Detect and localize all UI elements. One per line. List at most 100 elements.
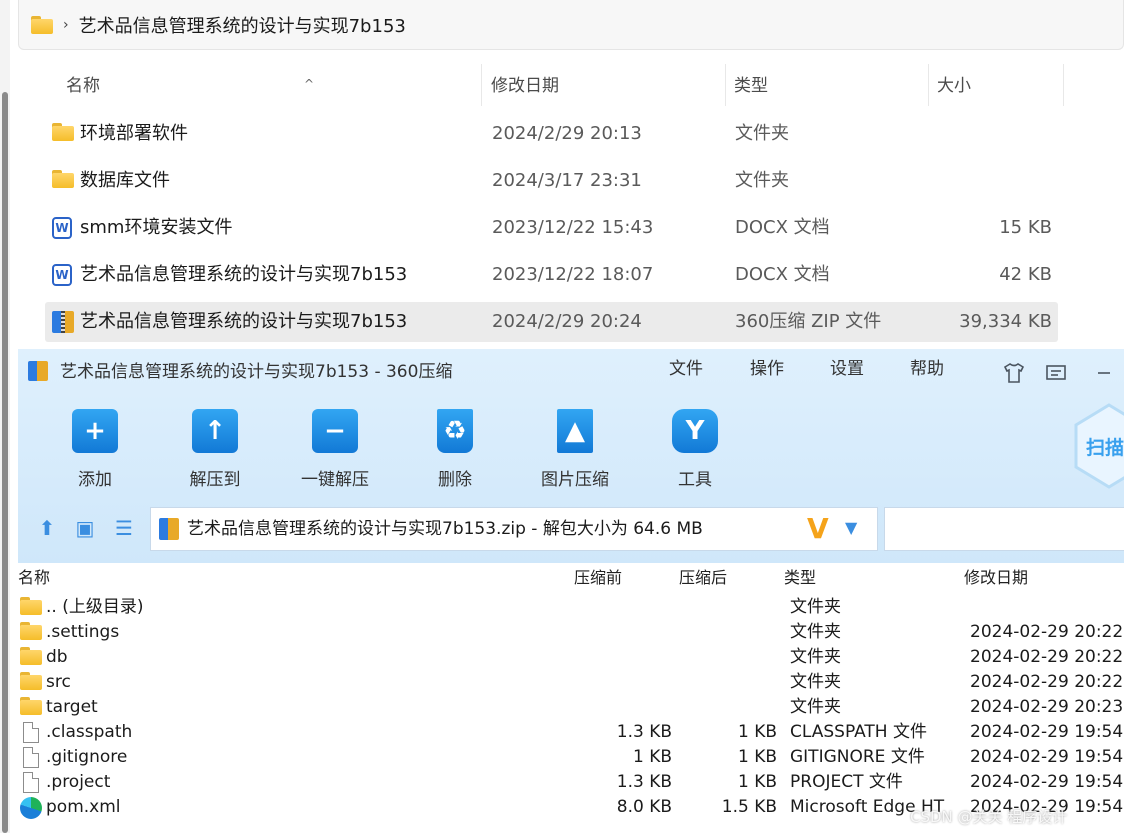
col-type[interactable]: 类型	[784, 563, 816, 593]
archive-path-field[interactable]: 艺术品信息管理系统的设计与实现7b153.zip - 解包大小为 64.6 MB…	[150, 507, 878, 551]
file-name: 艺术品信息管理系统的设计与实现7b153	[80, 311, 408, 332]
archive-type: 文件夹	[790, 622, 841, 642]
extract-to-button[interactable]: ↑ 解压到	[170, 409, 260, 490]
message-icon[interactable]	[1044, 361, 1068, 385]
archive-compressed: 1.3 KB	[616, 722, 672, 742]
column-header-type[interactable]: 类型	[726, 64, 929, 106]
col-name[interactable]: 名称	[18, 563, 50, 593]
column-header-name[interactable]: 名称 ^	[58, 64, 482, 106]
archive-type: 文件夹	[790, 597, 841, 617]
path-row: ⬆ ▣ ☰ 艺术品信息管理系统的设计与实现7b153.zip - 解包大小为 6…	[18, 507, 1124, 551]
archive-type: CLASSPATH 文件	[790, 722, 927, 742]
file-type: DOCX 文档	[735, 217, 830, 238]
address-bar[interactable]: › 艺术品信息管理系统的设计与实现7b153	[18, 0, 1124, 50]
minimize-icon[interactable]	[1092, 361, 1116, 385]
archive-row[interactable]: .. (上级目录) 文件夹	[18, 595, 1124, 620]
archive-compressed: 1 KB	[632, 747, 672, 767]
dropdown-arrow-icon[interactable]: ▼	[845, 518, 857, 537]
archive-name: .classpath	[46, 722, 133, 742]
archive-packed: 1.5 KB	[721, 797, 777, 817]
archive-row[interactable]: .project 1.3 KB 1 KB PROJECT 文件 2024-02-29 1…	[18, 770, 1124, 795]
archive-packed: 1 KB	[737, 747, 777, 767]
one-click-extract-button[interactable]: − 一键解压	[290, 409, 380, 490]
zip-titlebar: 艺术品信息管理系统的设计与实现7b153 - 360压缩 文件 操作 设置 帮助	[18, 349, 1124, 393]
file-modified: 2023/12/22 18:07	[492, 264, 654, 285]
folder-icon	[20, 672, 42, 692]
file-type: 文件夹	[735, 170, 789, 191]
file-row[interactable]: 艺术品信息管理系统的设计与实现7b153 2024/2/29 20:24 360压缩…	[45, 302, 1058, 342]
archive-compressed: 8.0 KB	[616, 797, 672, 817]
add-button[interactable]: + 添加	[50, 409, 140, 490]
file-row[interactable]: W 艺术品信息管理系统的设计与实现7b153 2023/12/22 18:07 DOC…	[45, 255, 1058, 295]
archive-modified: 2024-02-29 19:54	[970, 722, 1124, 742]
left-scrollbar[interactable]	[0, 0, 10, 833]
delete-button[interactable]: ♻ 删除	[410, 409, 500, 490]
archive-row[interactable]: .settings 文件夹 2024-02-29 20:22	[18, 620, 1124, 645]
column-header-size[interactable]: 大小	[929, 64, 1064, 106]
archive-modified: 2024-02-29 19:54	[970, 747, 1124, 767]
folder-icon	[52, 170, 74, 192]
col-compressed[interactable]: 压缩前	[574, 563, 622, 593]
archive-packed: 1 KB	[737, 772, 777, 792]
archive-type: 文件夹	[790, 672, 841, 692]
image-file-icon: ▲	[557, 409, 593, 453]
menu-operate[interactable]: 操作	[750, 349, 784, 389]
archive-row[interactable]: db 文件夹 2024-02-29 20:22	[18, 645, 1124, 670]
archive-name: src	[46, 672, 71, 692]
col-modified[interactable]: 修改日期	[964, 563, 1028, 593]
archive-name: .. (上级目录)	[46, 597, 144, 617]
archive-name: .settings	[46, 622, 120, 642]
archive-row[interactable]: .gitignore 1 KB 1 KB GITIGNORE 文件 2024-02-29…	[18, 745, 1124, 770]
file-row[interactable]: Wsmm环境安装文件 2023/12/22 15:43 DOCX 文档 15 KB	[45, 208, 1058, 248]
folder-icon	[52, 123, 74, 145]
folder-icon	[31, 15, 53, 34]
file-icon	[20, 747, 42, 768]
menu-settings[interactable]: 设置	[830, 349, 864, 389]
file-modified: 2024/3/17 23:31	[492, 170, 642, 191]
file-row[interactable]: 数据库文件 2024/3/17 23:31 文件夹	[45, 161, 1058, 201]
col-packed[interactable]: 压缩后	[679, 563, 727, 593]
archive-name: .project	[46, 772, 111, 792]
file-icon	[20, 772, 42, 793]
archive-row[interactable]: .classpath 1.3 KB 1 KB CLASSPATH 文件 2024-02-…	[18, 720, 1124, 745]
archive-row[interactable]: target 文件夹 2024-02-29 20:23	[18, 695, 1124, 720]
skin-shirt-icon[interactable]	[1002, 361, 1026, 385]
column-header-modified[interactable]: 修改日期	[483, 64, 726, 106]
tools-button[interactable]: Y 工具	[650, 409, 740, 490]
file-name: 数据库文件	[80, 170, 170, 191]
menu-help[interactable]: 帮助	[910, 349, 944, 389]
folder-icon	[20, 697, 42, 717]
up-arrow-icon[interactable]: ⬆	[36, 517, 58, 539]
file-modified: 2023/12/22 15:43	[492, 217, 654, 238]
thumbnail-view-icon[interactable]: ▣	[74, 517, 96, 539]
archive-type: PROJECT 文件	[790, 772, 903, 792]
archive-compressed: 1.3 KB	[616, 772, 672, 792]
archive-modified: 2024-02-29 20:22	[970, 672, 1124, 692]
docx-icon: W	[52, 264, 74, 286]
archive-modified: 2024-02-29 20:23	[970, 697, 1124, 717]
scrollbar-thumb[interactable]	[2, 92, 8, 833]
folder-icon	[20, 597, 42, 617]
file-type: 360压缩 ZIP 文件	[735, 311, 882, 332]
list-view-icon[interactable]: ☰	[113, 517, 135, 539]
image-compress-button[interactable]: ▲ 图片压缩	[530, 409, 620, 490]
breadcrumb[interactable]: 艺术品信息管理系统的设计与实现7b153	[79, 12, 406, 38]
archive-row[interactable]: src 文件夹 2024-02-29 20:22	[18, 670, 1124, 695]
zip-icon	[159, 518, 179, 540]
v-logo-icon[interactable]: V	[807, 514, 835, 544]
file-name: smm环境安装文件	[80, 217, 233, 238]
file-icon	[20, 722, 42, 743]
window-title: 艺术品信息管理系统的设计与实现7b153 - 360压缩	[60, 362, 453, 382]
one-click-extract-icon: −	[312, 409, 358, 453]
archive-name: target	[46, 697, 98, 717]
file-type: 文件夹	[735, 123, 789, 144]
file-size: 42 KB	[999, 264, 1052, 285]
file-row[interactable]: 环境部署软件 2024/2/29 20:13 文件夹	[45, 114, 1058, 154]
archive-column-header: 名称 压缩前 压缩后 类型 修改日期	[18, 563, 1124, 593]
search-input[interactable]	[884, 507, 1124, 551]
docx-icon: W	[52, 217, 74, 239]
column-header-row: 名称 ^ 修改日期 类型 大小	[18, 64, 1078, 106]
menu-file[interactable]: 文件	[669, 349, 703, 389]
scan-button[interactable]: 扫描	[1074, 403, 1124, 489]
file-name: 艺术品信息管理系统的设计与实现7b153	[80, 264, 408, 285]
